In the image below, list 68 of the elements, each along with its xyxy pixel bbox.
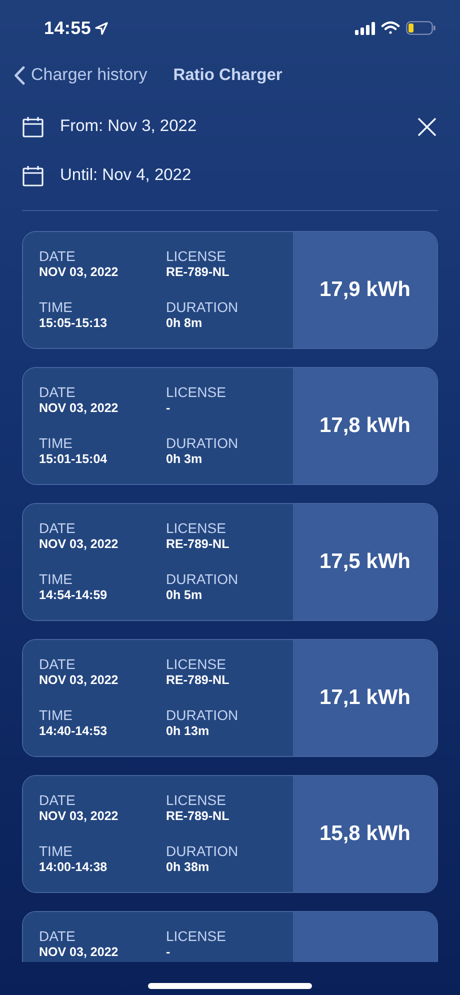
field-value: NOV 03, 2022: [39, 400, 120, 416]
field-value: RE-789-NL: [166, 536, 230, 552]
field-label: TIME: [39, 707, 74, 723]
back-chevron-icon: [14, 66, 25, 84]
energy-value: 15,8 kWh: [319, 822, 411, 846]
date-filter[interactable]: From: Nov 3, 2022: [60, 117, 402, 136]
calendar-icon: [22, 116, 44, 138]
field-label: LICENSE: [166, 520, 227, 536]
calendar-icon: [22, 164, 44, 186]
field-value: 15:05-15:13: [39, 315, 108, 331]
field-value: -: [166, 400, 172, 416]
field-label: TIME: [39, 299, 74, 315]
wifi-icon: [381, 21, 400, 35]
energy-value: 17,1 kWh: [319, 686, 411, 710]
field-label: DATE: [39, 656, 76, 672]
close-icon[interactable]: [418, 118, 436, 136]
location-arrow-icon: [95, 22, 108, 34]
field-label: DURATION: [166, 435, 240, 451]
session-card[interactable]: DATE NOV 03, 2022 LICENSE -: [22, 911, 438, 962]
session-card[interactable]: DATE NOV 03, 2022 LICENSE RE-789-NL TIME 14:54-14:59 DURATION 0h 5m 17,5 kWh: [22, 503, 438, 621]
signal-icon: [355, 22, 375, 34]
field-label: DATE: [39, 384, 76, 400]
field-value: RE-789-NL: [166, 808, 230, 824]
field-label: LICENSE: [166, 928, 227, 944]
field-value: 15:01-15:04: [39, 451, 108, 467]
energy-value: 17,9 kWh: [319, 278, 411, 302]
field-value: NOV 03, 2022: [39, 264, 120, 280]
battery-icon: [406, 21, 436, 35]
field-label: LICENSE: [166, 656, 227, 672]
field-label: DATE: [39, 520, 76, 536]
field-value: -: [166, 944, 172, 960]
field-label: DATE: [39, 928, 76, 944]
field-value: 14:00-14:38: [39, 859, 108, 875]
session-card[interactable]: DATE NOV 03, 2022 LICENSE RE-789-NL TIME 14:00-14:38 DURATION 0h 38m 15,8 kWh: [22, 775, 438, 893]
energy-value: 17,5 kWh: [319, 550, 411, 574]
field-value: 0h 13m: [166, 723, 210, 739]
field-value: RE-789-NL: [166, 672, 230, 688]
date-filter[interactable]: Until: Nov 4, 2022: [60, 166, 438, 185]
field-value: 0h 8m: [166, 315, 204, 331]
field-value: NOV 03, 2022: [39, 808, 120, 824]
field-label: LICENSE: [166, 248, 227, 264]
field-value: NOV 03, 2022: [39, 944, 120, 960]
field-value: NOV 03, 2022: [39, 536, 120, 552]
field-label: LICENSE: [166, 792, 227, 808]
field-value: NOV 03, 2022: [39, 672, 120, 688]
field-label: DURATION: [166, 843, 240, 859]
field-value: 0h 3m: [166, 451, 204, 467]
screen-title: Ratio Charger: [173, 66, 282, 84]
field-value: 0h 5m: [166, 587, 204, 603]
field-label: TIME: [39, 435, 74, 451]
energy-value: 17,8 kWh: [319, 414, 411, 438]
session-card[interactable]: DATE NOV 03, 2022 LICENSE RE-789-NL TIME 14:40-14:53 DURATION 0h 13m 17,1 kWh: [22, 639, 438, 757]
field-label: DATE: [39, 792, 76, 808]
field-label: TIME: [39, 571, 74, 587]
field-label: LICENSE: [166, 384, 227, 400]
status-time: 14:55: [44, 18, 92, 38]
back-button[interactable]: Charger history: [14, 65, 148, 85]
field-label: DATE: [39, 248, 76, 264]
field-value: 14:40-14:53: [39, 723, 108, 739]
field-value: 14:54-14:59: [39, 587, 108, 603]
field-label: DURATION: [166, 707, 240, 723]
field-label: DURATION: [166, 571, 240, 587]
field-label: DURATION: [166, 299, 240, 315]
field-label: TIME: [39, 843, 74, 859]
field-value: RE-789-NL: [166, 264, 230, 280]
session-card[interactable]: DATE NOV 03, 2022 LICENSE RE-789-NL TIME 15:05-15:13 DURATION 0h 8m 17,9 kWh: [22, 231, 438, 349]
field-value: 0h 38m: [166, 859, 210, 875]
session-card[interactable]: DATE NOV 03, 2022 LICENSE - TIME 15:01-15:04 DURATION 0h 3m 17,8 kWh: [22, 367, 438, 485]
